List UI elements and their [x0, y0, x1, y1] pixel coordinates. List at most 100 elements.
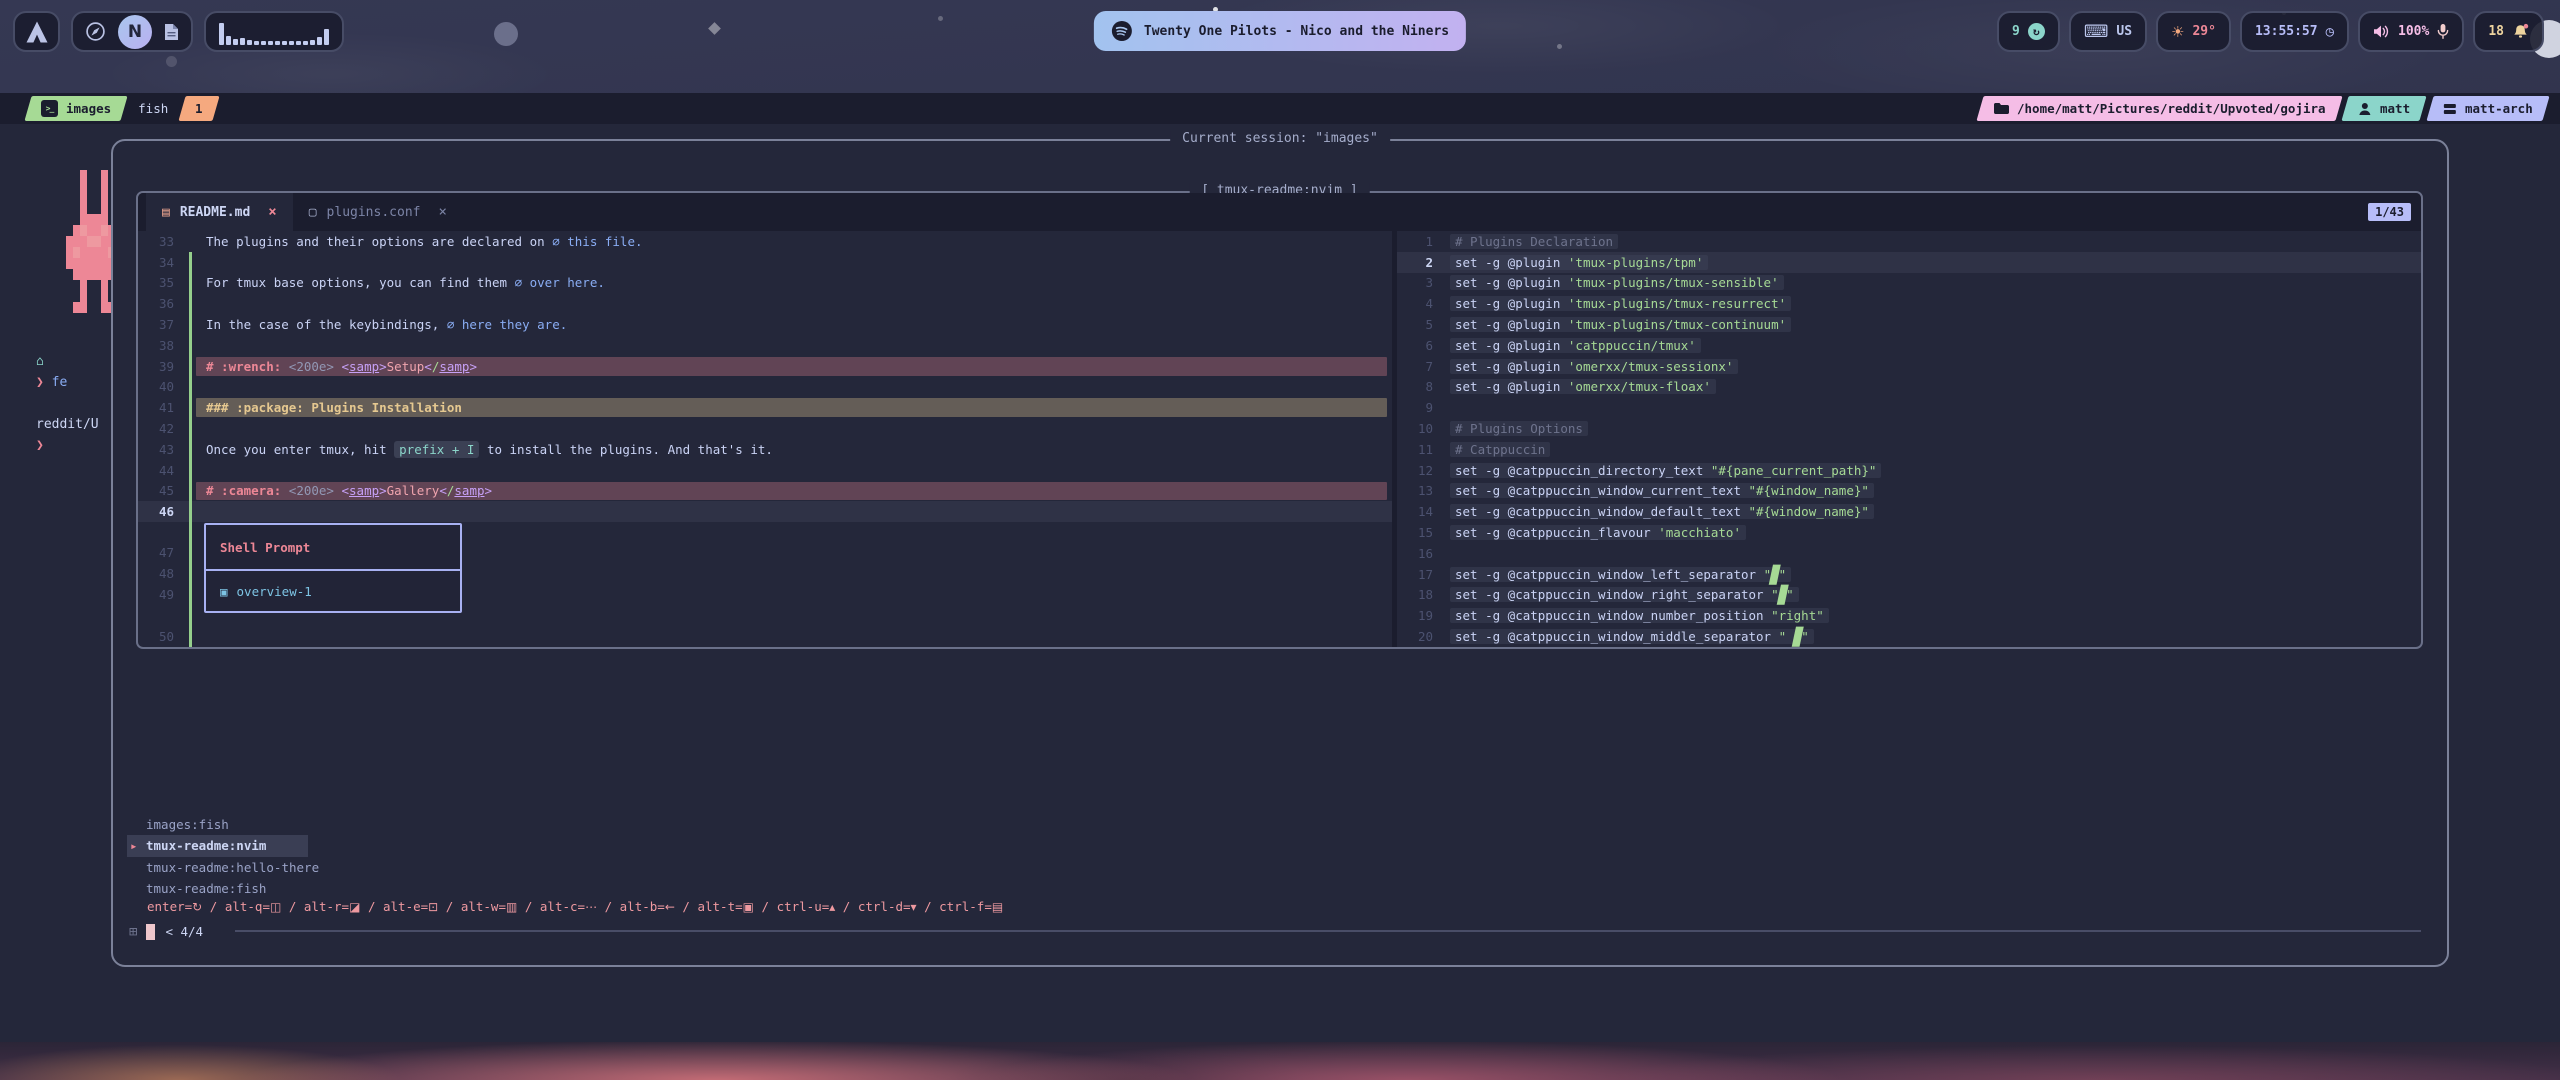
now-playing-label: Twenty One Pilots - Nico and the Niners	[1144, 24, 1449, 39]
workspace-switcher[interactable]: N	[71, 11, 193, 52]
tmux-window-index: 1	[195, 101, 203, 116]
host-icon	[2443, 102, 2457, 116]
cava-bar	[247, 40, 252, 45]
session-list: ▸images:fish▸tmux-readme:nvim▸tmux-readm…	[127, 814, 2417, 899]
keyboard-layout-label: US	[2116, 24, 2132, 39]
notifications-count: 18	[2488, 24, 2504, 39]
pixel-art-sprite	[66, 170, 73, 181]
volume-widget[interactable]: 100%	[2358, 11, 2464, 52]
session-item-images:fish[interactable]: ▸images:fish	[127, 814, 2417, 835]
file-workspace-icon[interactable]	[164, 23, 179, 41]
sun-icon: ☀	[2171, 23, 2184, 41]
editor-line-right-17: 17set -g @catppuccin_window_left_separat…	[1397, 564, 2421, 585]
editor-line-left-44: 44	[138, 460, 1392, 481]
user-label: matt	[2380, 101, 2410, 116]
shell-prompt: ⌂ ❯ fe reddit/U ❯	[36, 351, 99, 456]
weather-widget[interactable]: ☀ 29°	[2156, 11, 2231, 52]
keyboard-icon: ⌨	[2084, 22, 2109, 42]
editor-line-left-36: 36	[138, 293, 1392, 314]
cwd-segment: /home/matt/Pictures/reddit/Upvoted/gojir…	[1976, 96, 2342, 121]
hint-alt-w: alt-w=▥	[461, 899, 518, 914]
close-icon[interactable]: ×	[268, 204, 276, 220]
tmux-session-tab[interactable]: >_ images	[24, 96, 127, 121]
clock-widget[interactable]: 13:55:57 ◷	[2240, 11, 2349, 52]
buffer-tab-README.md[interactable]: ▤README.md×	[146, 193, 293, 231]
editor-line-right-4: 4set -g @plugin 'tmux-plugins/tmux-resur…	[1397, 293, 2421, 314]
spotify-icon	[1111, 20, 1133, 42]
cava-bar	[275, 41, 280, 45]
home-icon: ⌂	[36, 354, 44, 369]
terminal-icon: >_	[41, 100, 58, 117]
editor-line-right-20: 20set -g @catppuccin_window_middle_separ…	[1397, 626, 2421, 647]
updates-widget[interactable]: 9 ↻	[1997, 11, 2060, 52]
notifications-widget[interactable]: 18	[2473, 11, 2544, 52]
editor-line-left-38: 38	[138, 335, 1392, 356]
arch-logo-icon	[24, 19, 50, 45]
cava-bar	[261, 41, 266, 45]
popup-title: Current session: "images"	[1170, 131, 1390, 146]
editor-line-right-7: 7set -g @plugin 'omerxx/tmux-sessionx'	[1397, 356, 2421, 377]
table-cell-row[interactable]: ▣overview-1	[206, 571, 460, 611]
cava-bar	[282, 41, 287, 45]
hint-alt-b: alt-b=←	[620, 899, 675, 914]
prompt-icon: ❯	[36, 375, 44, 390]
shell-prompt-command-line: ❯ fe	[36, 372, 99, 393]
arch-menu-button[interactable]	[13, 11, 60, 52]
editor-line-left-37: 37In the case of the keybindings, ⌀ here…	[138, 314, 1392, 335]
shell-prompt-home-line: ⌂	[36, 351, 99, 372]
editor-line-left-41: 41### :package: Plugins Installation	[138, 397, 1392, 418]
editor-line-left-50: 50	[138, 626, 1392, 647]
cava-bar	[289, 41, 294, 45]
close-icon[interactable]: ×	[438, 204, 446, 220]
cava-bar	[219, 23, 224, 45]
hint-ctrl-f: ctrl-f=▤	[939, 899, 1003, 914]
editor-line-right-12: 12set -g @catppuccin_directory_text "#{p…	[1397, 460, 2421, 481]
editor-line-right-10: 10# Plugins Options	[1397, 418, 2421, 439]
fzf-separator-line	[235, 930, 2421, 932]
window-grid-icon: ⊞	[129, 924, 137, 940]
cava-bar	[310, 40, 315, 45]
updates-count: 9	[2012, 24, 2020, 39]
browser-compass-icon[interactable]	[85, 21, 106, 42]
clock-label: 13:55:57	[2255, 24, 2318, 39]
microphone-icon	[2437, 23, 2449, 40]
desktop: N Twenty One Pilots - Nico and the Niner…	[0, 0, 2560, 1080]
expand-icon: ⊡	[428, 900, 438, 914]
editor-pane-plugins[interactable]: 1# Plugins Declaration2set -g @plugin 't…	[1397, 231, 2421, 647]
neovim-workspace-icon[interactable]: N	[118, 15, 152, 49]
rename-icon: ◪	[349, 900, 360, 914]
hint-alt-q: alt-q=◫	[225, 899, 282, 914]
keyboard-layout-widget[interactable]: ⌨ US	[2069, 11, 2147, 52]
editor-line-right-9: 9	[1397, 397, 2421, 418]
session-pointer-icon: ▸	[127, 817, 144, 832]
session-item-tmux-readme:fish[interactable]: ▸tmux-readme:fish	[127, 878, 2417, 899]
editor-line-right-16: 16	[1397, 543, 2421, 564]
refresh-icon: ↻	[192, 900, 202, 914]
fzf-prompt[interactable]: ⊞ < 4/4	[129, 921, 203, 942]
top-status-bar: N Twenty One Pilots - Nico and the Niner…	[0, 0, 2560, 65]
host-label: matt-arch	[2465, 101, 2533, 116]
cava-bar	[303, 41, 308, 45]
terminal-window: >_ images fish 1 /home/matt/Pictures/red…	[0, 93, 2560, 1042]
user-icon	[2358, 102, 2372, 116]
keybind-hints: enter=↻ / alt-q=◫ / alt-r=◪ / alt-e=⊡ / …	[147, 899, 1003, 914]
editor-line-right-2: 2set -g @plugin 'tmux-plugins/tpm'	[1397, 252, 2421, 273]
editor-pane-readme[interactable]: 33The plugins and their options are decl…	[138, 231, 1392, 647]
editor-line-right-11: 11# Catppuccin	[1397, 439, 2421, 460]
now-playing-widget[interactable]: Twenty One Pilots - Nico and the Niners	[1094, 11, 1466, 51]
tmux-window-tab[interactable]: fish	[138, 101, 168, 116]
tmux-window-index-badge[interactable]: 1	[179, 96, 220, 121]
editor-line-right-1: 1# Plugins Declaration	[1397, 231, 2421, 252]
shell-command: fe	[52, 375, 68, 390]
cava-bar	[240, 38, 245, 45]
editor-line-left-35: 35For tmux base options, you can find th…	[138, 273, 1392, 294]
editor-line-right-15: 15set -g @catppuccin_flavour 'macchiato'	[1397, 522, 2421, 543]
shell-prompt-directory: reddit/U	[36, 414, 99, 435]
session-item-tmux-readme:hello-there[interactable]: ▸tmux-readme:hello-there	[127, 857, 2417, 878]
editor-line-left-33: 33The plugins and their options are decl…	[138, 231, 1392, 252]
hint-enter: enter=↻	[147, 899, 202, 914]
session-item-tmux-readme:nvim[interactable]: ▸tmux-readme:nvim	[127, 835, 2417, 856]
hint-alt-c: alt-c=⋯	[540, 899, 597, 914]
buffer-tab-plugins.conf[interactable]: ▢plugins.conf×	[293, 193, 463, 231]
editor-line-right-5: 5set -g @plugin 'tmux-plugins/tmux-conti…	[1397, 314, 2421, 335]
